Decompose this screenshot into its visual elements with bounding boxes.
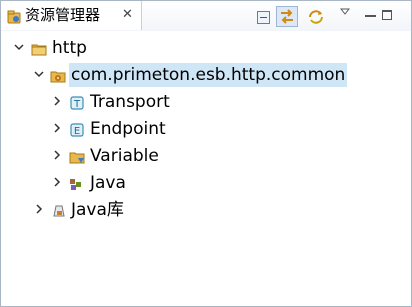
svg-text:T: T bbox=[73, 99, 81, 110]
collapse-all-icon[interactable] bbox=[257, 11, 270, 24]
svg-text:E: E bbox=[74, 126, 80, 137]
transport-icon: T bbox=[70, 96, 84, 110]
sync-icon[interactable] bbox=[307, 9, 325, 25]
chevron-right-icon[interactable] bbox=[34, 204, 44, 214]
minimize-icon[interactable] bbox=[365, 15, 376, 17]
chevron-right-icon[interactable] bbox=[52, 96, 62, 106]
close-icon[interactable]: ✕ bbox=[122, 7, 133, 22]
tree-node-label: Transport bbox=[90, 92, 170, 112]
project-folder-icon bbox=[31, 44, 47, 56]
chevron-right-icon[interactable] bbox=[52, 177, 62, 187]
module-gear-folder-icon bbox=[50, 71, 66, 83]
tree-node-module[interactable]: com.primeton.esb.http.common bbox=[1, 63, 411, 87]
chevron-down-icon[interactable] bbox=[14, 42, 24, 52]
view-menu-icon[interactable] bbox=[340, 8, 350, 16]
tree-node-variable[interactable]: Variable bbox=[1, 144, 411, 168]
variable-folder-icon bbox=[69, 152, 85, 164]
tree-node-label: Java bbox=[90, 173, 126, 193]
resource-explorer-view: 资源管理器 ✕ http com.primeton.esb.http.commo… bbox=[0, 0, 412, 307]
tree-node-java[interactable]: Java bbox=[1, 171, 411, 195]
chevron-right-icon[interactable] bbox=[52, 150, 62, 160]
view-title: 资源管理器 bbox=[25, 6, 101, 24]
chevron-right-icon[interactable] bbox=[52, 123, 62, 133]
java-package-icon bbox=[70, 179, 81, 190]
explorer-icon bbox=[7, 10, 21, 24]
tree-node-project[interactable]: http bbox=[1, 36, 411, 60]
chevron-down-icon[interactable] bbox=[34, 69, 44, 79]
endpoint-icon: E bbox=[70, 123, 84, 137]
tree-node-label: http bbox=[52, 38, 87, 58]
tree-node-label: Variable bbox=[90, 146, 159, 166]
tree-node-transport[interactable]: T Transport bbox=[1, 90, 411, 114]
tree-node-label: Endpoint bbox=[90, 119, 166, 139]
java-library-icon bbox=[53, 205, 65, 217]
maximize-icon[interactable] bbox=[382, 10, 392, 20]
tree-node-label: com.primeton.esb.http.common bbox=[71, 65, 346, 85]
link-with-editor-icon[interactable] bbox=[276, 6, 298, 27]
view-tab[interactable]: 资源管理器 ✕ bbox=[1, 1, 142, 30]
tree-node-label: Java库 bbox=[71, 200, 124, 220]
view-titlebar: 资源管理器 ✕ bbox=[1, 1, 411, 31]
tree-node-endpoint[interactable]: E Endpoint bbox=[1, 117, 411, 141]
tree-node-java-library[interactable]: Java库 bbox=[1, 198, 411, 222]
